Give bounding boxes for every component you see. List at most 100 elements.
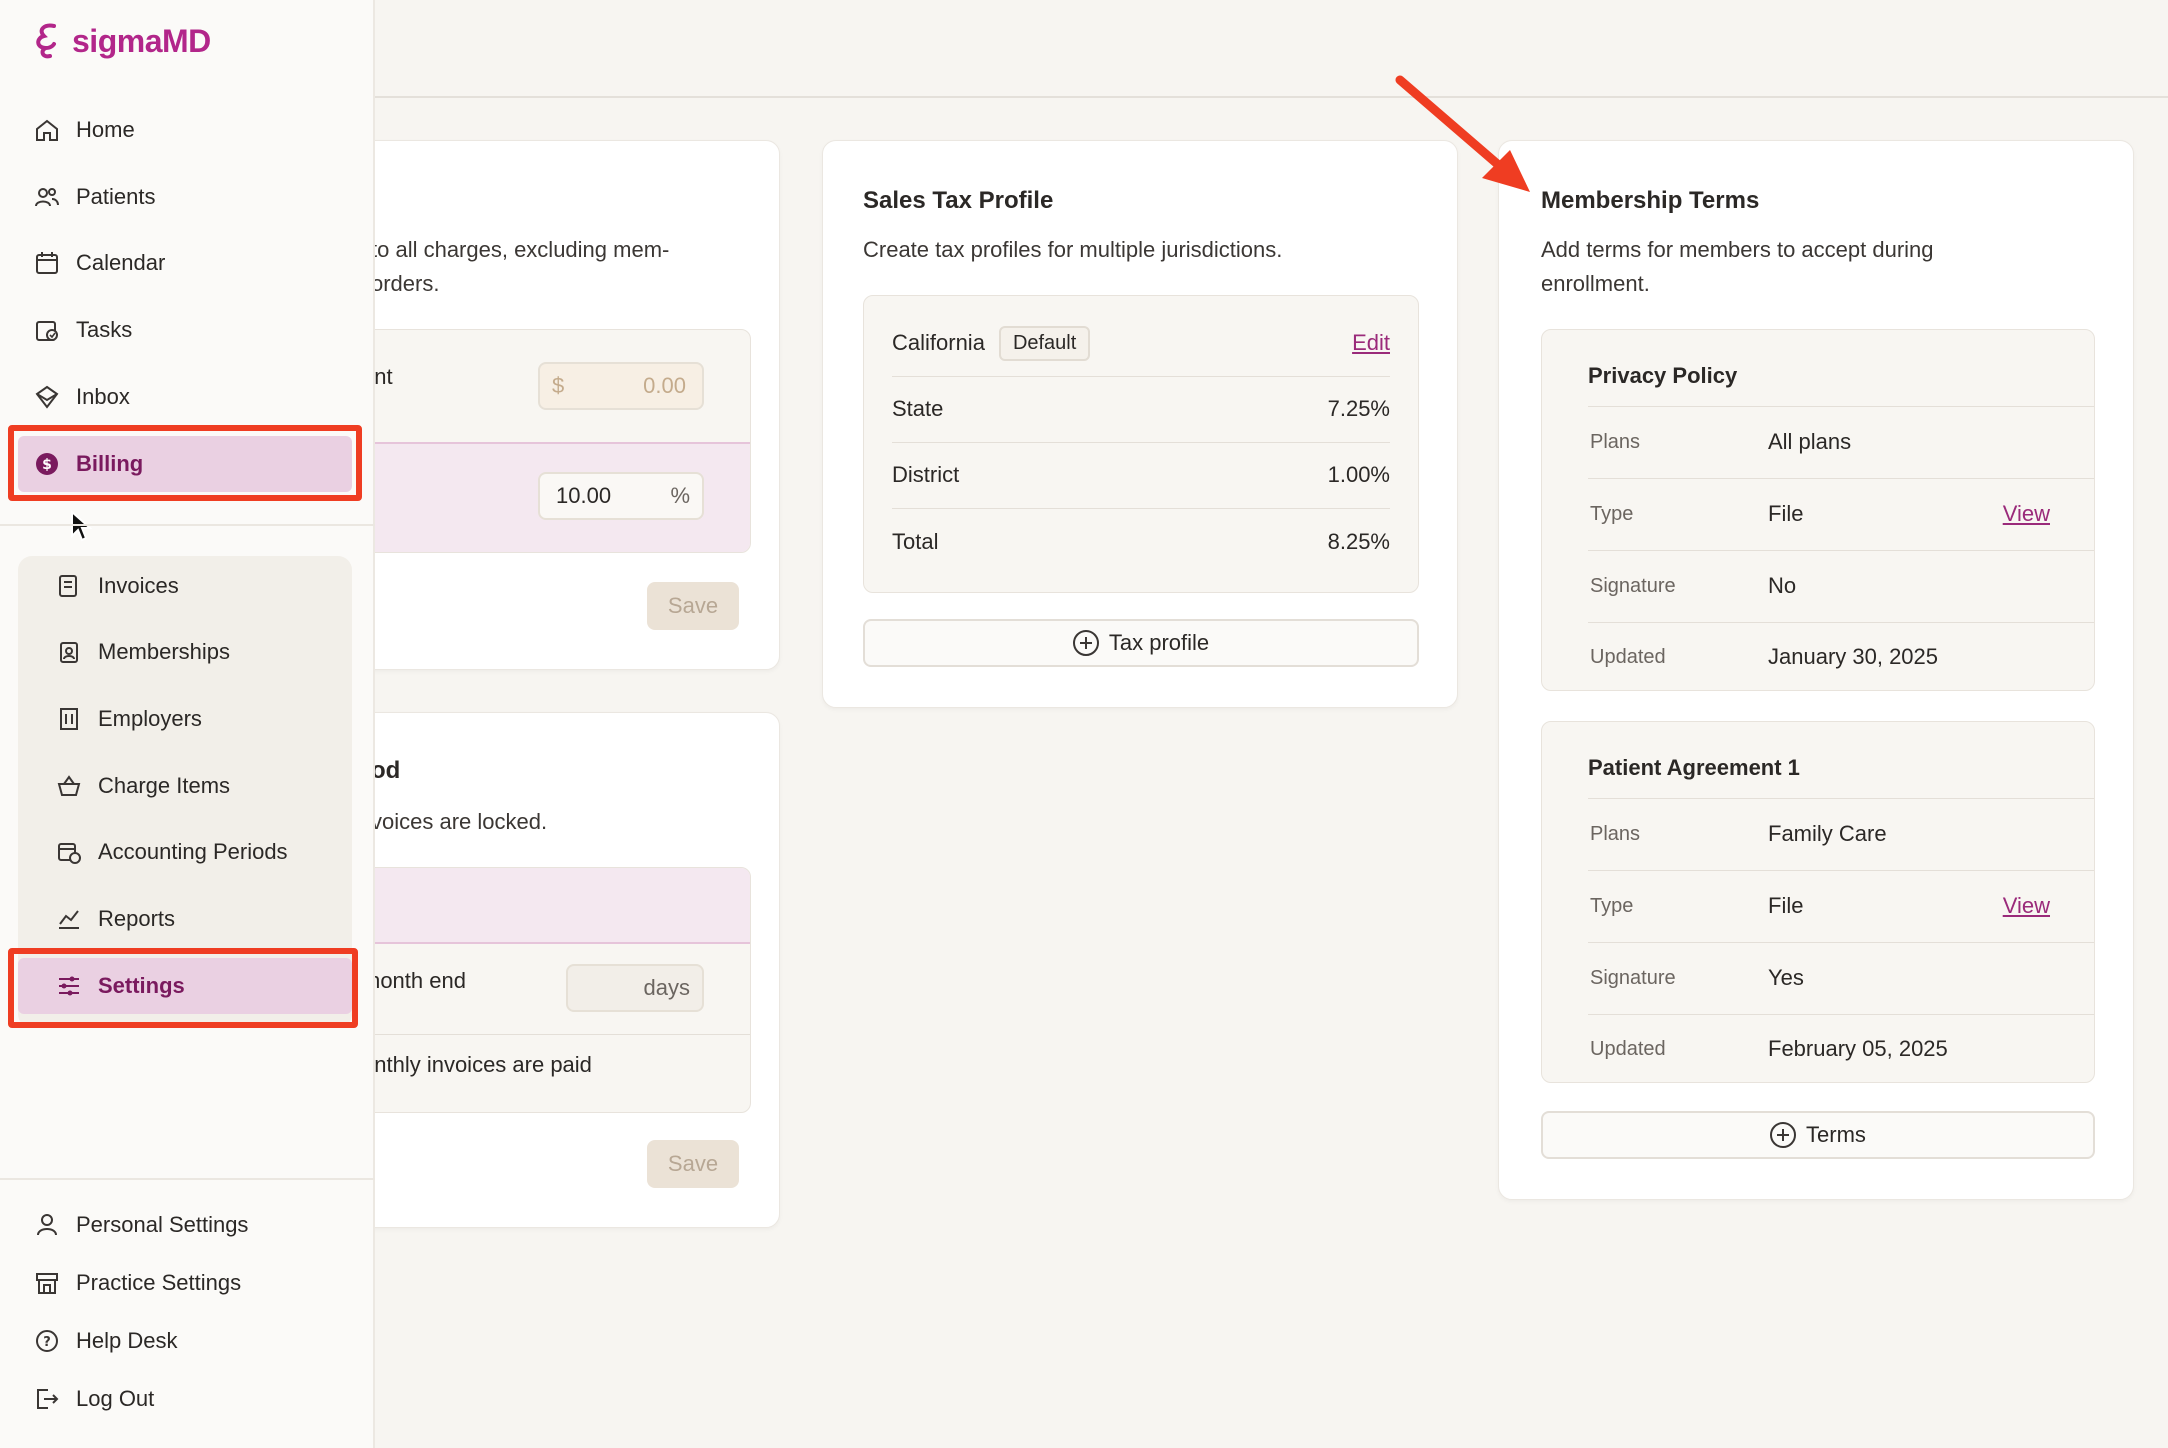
tax-row-label: District (892, 462, 960, 487)
term-updated-value: January 30, 2025 (1768, 644, 1939, 669)
term-type-label: Type (1590, 894, 1634, 917)
nav-inbox-label: Inbox (76, 384, 130, 409)
month-end-label: month end (362, 968, 466, 993)
nav-tasks-label: Tasks (76, 317, 133, 342)
sigma-logo-icon (36, 23, 56, 59)
brand-logo[interactable]: sigmaMD (32, 22, 211, 60)
nav-invoices[interactable]: Invoices (56, 564, 179, 608)
term-plans-label: Plans (1590, 430, 1641, 453)
add-terms-button[interactable]: Terms (1541, 1111, 2095, 1159)
currency-prefix: $ (552, 373, 565, 398)
period-card-title: od (371, 757, 401, 784)
term-plans-value: All plans (1768, 429, 1852, 454)
brand-name: sigmaMD (72, 22, 211, 59)
nav-tasks[interactable]: Tasks (34, 308, 132, 352)
discount-amount-value: 0.00 (643, 373, 686, 398)
basket-icon (57, 775, 81, 796)
nav-employers-label: Employers (98, 706, 202, 731)
nav-reports-label: Reports (98, 906, 176, 931)
nav-personal-settings-label: Personal Settings (76, 1212, 249, 1237)
period-fields: month end days onthly invoices are paid (321, 867, 751, 1113)
default-badge: Default (998, 325, 1091, 361)
sales-tax-desc: Create tax profiles for multiple jurisdi… (863, 237, 1283, 262)
term-signature-label: Signature (1590, 966, 1676, 989)
chart-icon (59, 910, 79, 929)
membership-terms-desc-line2: enrollment. (1541, 271, 1650, 296)
month-end-days-input[interactable]: days (566, 964, 704, 1012)
add-terms-label: Terms (1806, 1122, 1866, 1147)
period-card-desc: voices are locked. (371, 809, 548, 834)
nav-memberships[interactable]: Memberships (56, 630, 230, 674)
nav-personal-settings[interactable]: Personal Settings (34, 1203, 248, 1247)
term-view-link[interactable]: View (2003, 893, 2050, 919)
term-updated-label: Updated (1590, 1037, 1666, 1060)
nav-log-out-label: Log Out (76, 1386, 155, 1411)
discount-settings-card: to all charges, excluding mem- orders. u… (321, 140, 780, 670)
term-type-value: File (1768, 893, 1804, 918)
tax-row-value: 8.25% (1327, 529, 1390, 554)
tax-profile-edit-link[interactable]: Edit (1352, 330, 1390, 356)
nav-log-out[interactable]: Log Out (34, 1377, 154, 1421)
days-suffix: days (643, 975, 690, 1000)
nav-reports[interactable]: Reports (56, 897, 175, 941)
inbox-icon (35, 385, 59, 409)
nav-accounting-periods[interactable]: Accounting Periods (56, 830, 288, 874)
add-tax-profile-button[interactable]: Tax profile (863, 619, 1419, 667)
tax-profile-box: California Default Edit State 7.25% Dist… (863, 295, 1419, 593)
tax-row-value: 1.00% (1327, 462, 1390, 487)
discount-rate-input[interactable]: 10.00 % (538, 472, 704, 520)
nav-practice-settings[interactable]: Practice Settings (34, 1261, 241, 1305)
nav-help-desk[interactable]: ? Help Desk (34, 1319, 177, 1363)
term-view-link[interactable]: View (2003, 501, 2050, 527)
plus-circle-icon (1770, 1122, 1797, 1148)
nav-accounting-periods-label: Accounting Periods (98, 839, 288, 864)
nav-help-desk-label: Help Desk (76, 1328, 178, 1353)
nav-charge-items[interactable]: Charge Items (56, 764, 230, 808)
discount-rate-value: 10.00 (556, 483, 612, 508)
term-plans-label: Plans (1590, 822, 1641, 845)
membership-terms-desc: Add terms for members to accept during e… (1541, 233, 2081, 301)
nav-memberships-label: Memberships (98, 639, 231, 664)
discount-amount-input[interactable]: $ 0.00 (538, 362, 704, 410)
membership-icon (60, 642, 78, 663)
building-icon (60, 708, 78, 730)
home-icon (36, 119, 58, 141)
term-name: Patient Agreement 1 (1588, 755, 1800, 780)
annotation-arrow-icon (1395, 75, 1530, 192)
nav-calendar[interactable]: Calendar (34, 241, 165, 285)
period-save-button[interactable]: Save (647, 1140, 739, 1188)
sidebar: sigmaMD Home Patients Calendar Tasks Inb… (0, 0, 375, 1448)
membership-terms-desc-line1: Add terms for members to accept during (1541, 237, 1934, 262)
nav-charge-items-label: Charge Items (98, 773, 231, 798)
nav-calendar-label: Calendar (76, 250, 166, 275)
term-signature-label: Signature (1590, 574, 1676, 597)
membership-terms-card: Membership Terms Add terms for members t… (1498, 140, 2134, 1200)
tax-profile-name: California (892, 330, 985, 355)
discount-desc-line1: to all charges, excluding mem- (371, 237, 670, 262)
nav-inbox[interactable]: Inbox (34, 375, 130, 419)
term-signature-value: No (1768, 573, 1797, 598)
logout-icon (37, 1389, 59, 1409)
svg-text:?: ? (43, 1335, 51, 1350)
nav-patients[interactable]: Patients (34, 175, 156, 219)
users-icon (35, 188, 59, 207)
term-updated-label: Updated (1590, 645, 1666, 668)
nav-home-label: Home (76, 117, 135, 142)
nav-patients-label: Patients (76, 184, 156, 209)
tax-row-label: State (892, 396, 944, 421)
person-icon (37, 1214, 57, 1236)
nav-home[interactable]: Home (34, 108, 135, 152)
nav-employers[interactable]: Employers (56, 697, 202, 741)
sales-tax-title: Sales Tax Profile (863, 187, 1054, 214)
add-tax-profile-label: Tax profile (1108, 630, 1210, 655)
tax-row-value: 7.25% (1327, 396, 1390, 421)
term-card-patient-agreement: Patient Agreement 1 Plans Family Care Ty… (1541, 721, 2095, 1083)
discount-desc-line2: orders. (371, 271, 440, 296)
sales-tax-card: Sales Tax Profile Create tax profiles fo… (822, 140, 1458, 708)
term-name: Privacy Policy (1588, 363, 1738, 388)
discount-save-button[interactable]: Save (647, 582, 739, 630)
term-type-label: Type (1590, 502, 1634, 525)
mouse-cursor-icon (71, 510, 92, 542)
membership-terms-title: Membership Terms (1541, 187, 1760, 214)
accounting-period-card: od voices are locked. month end days ont… (321, 712, 780, 1228)
